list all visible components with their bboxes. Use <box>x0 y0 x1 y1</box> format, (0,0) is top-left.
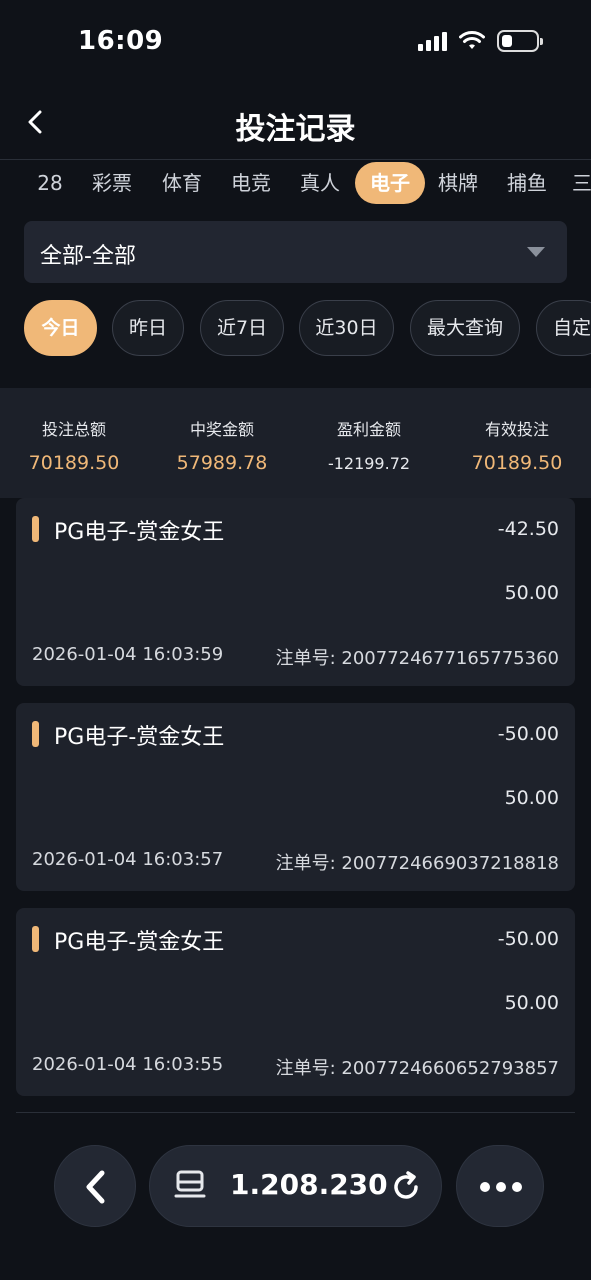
bet-amount: 50.00 <box>504 582 559 604</box>
bet-time: 2026-01-04 16:03:59 <box>32 644 224 665</box>
chevron-left-icon <box>86 1170 105 1204</box>
tab-esports[interactable]: 电竞 <box>225 162 277 204</box>
win-loss-amount: -50.00 <box>497 723 559 745</box>
accent-bar <box>32 721 39 747</box>
order-number[interactable]: 注单号: 2007724669037218818 <box>276 849 559 875</box>
more-button[interactable] <box>456 1145 544 1227</box>
date-7days-button[interactable]: 近7日 <box>200 300 284 356</box>
tab-live[interactable]: 真人 <box>294 162 346 204</box>
filter-value: 全部-全部 <box>40 244 136 269</box>
win-value: 57989.78 <box>176 452 268 474</box>
status-icons <box>418 30 543 52</box>
valid-bet-value: 70189.50 <box>471 452 563 474</box>
valid-bet-label: 有效投注 <box>484 420 549 439</box>
refresh-icon[interactable] <box>386 1167 426 1207</box>
summary-panel: 投注总额 70189.50 中奖金额 57989.78 盈利金额 -12199.… <box>0 388 591 498</box>
win-label: 中奖金额 <box>189 420 254 439</box>
date-today-button[interactable]: 今日 <box>24 300 97 356</box>
date-custom-button[interactable]: 自定 <box>536 300 591 356</box>
balance-pill[interactable]: 1.208.230 <box>149 1145 442 1227</box>
bottom-back-button[interactable] <box>54 1145 136 1227</box>
game-name: PG电子-赏金女王 <box>54 725 225 750</box>
win-loss-amount: -42.50 <box>497 518 559 540</box>
battery-icon <box>497 30 543 52</box>
summary-total-bet: 投注总额 70189.50 <box>0 416 148 474</box>
bet-record-card[interactable]: PG电子-赏金女王 -50.00 50.00 2026-01-04 16:03:… <box>16 908 575 1096</box>
win-loss-amount: -50.00 <box>497 928 559 950</box>
game-name: PG电子-赏金女王 <box>54 930 225 955</box>
bet-record-card[interactable]: PG电子-赏金女王 -42.50 50.00 2026-01-04 16:03:… <box>16 498 575 686</box>
tab-chess[interactable]: 棋牌 <box>432 162 484 204</box>
category-tabs: 28 彩票 体育 电竞 真人 电子 棋牌 捕鱼 三 <box>0 160 591 210</box>
wallet-icon <box>174 1170 206 1198</box>
total-bet-label: 投注总额 <box>41 420 106 439</box>
wifi-icon <box>459 31 485 49</box>
summary-valid-bet: 有效投注 70189.50 <box>443 416 591 474</box>
status-bar: 16:09 <box>0 0 591 88</box>
date-30days-button[interactable]: 近30日 <box>299 300 394 356</box>
total-bet-value: 70189.50 <box>28 452 120 474</box>
date-yesterday-button[interactable]: 昨日 <box>112 300 184 356</box>
tab-more[interactable]: 三 <box>572 162 591 204</box>
tab-electronic[interactable]: 电子 <box>355 162 425 204</box>
summary-profit: 盈利金额 -12199.72 <box>295 416 443 473</box>
cellular-signal-icon <box>418 31 447 51</box>
balance-value: 1.208.230 <box>230 1168 388 1201</box>
divider <box>16 1112 575 1113</box>
game-name: PG电子-赏金女王 <box>54 520 225 545</box>
accent-bar <box>32 926 39 952</box>
game-filter-select[interactable]: 全部-全部 <box>24 221 567 283</box>
bet-record-card[interactable]: PG电子-赏金女王 -50.00 50.00 2026-01-04 16:03:… <box>16 703 575 891</box>
profit-value: -12199.72 <box>327 454 411 473</box>
bet-time: 2026-01-04 16:03:57 <box>32 849 224 870</box>
status-time: 16:09 <box>78 26 164 56</box>
bet-amount: 50.00 <box>504 992 559 1014</box>
order-number[interactable]: 注单号: 2007724677165775360 <box>276 644 559 670</box>
tab-lottery[interactable]: 彩票 <box>86 162 138 204</box>
bet-time: 2026-01-04 16:03:55 <box>32 1054 224 1075</box>
page-title: 投注记录 <box>235 112 356 147</box>
chevron-down-icon <box>527 247 545 257</box>
bet-amount: 50.00 <box>504 787 559 809</box>
order-number[interactable]: 注单号: 2007724660652793857 <box>276 1054 559 1080</box>
tab-sports[interactable]: 体育 <box>156 162 208 204</box>
tab-28[interactable]: 28 <box>28 162 72 204</box>
profit-label: 盈利金额 <box>336 420 401 439</box>
date-max-button[interactable]: 最大查询 <box>410 300 520 356</box>
summary-win: 中奖金额 57989.78 <box>148 416 296 474</box>
accent-bar <box>32 516 39 542</box>
tab-fishing[interactable]: 捕鱼 <box>501 162 553 204</box>
nav-bar: 投注记录 <box>0 90 591 160</box>
more-dots-icon <box>480 1182 522 1192</box>
